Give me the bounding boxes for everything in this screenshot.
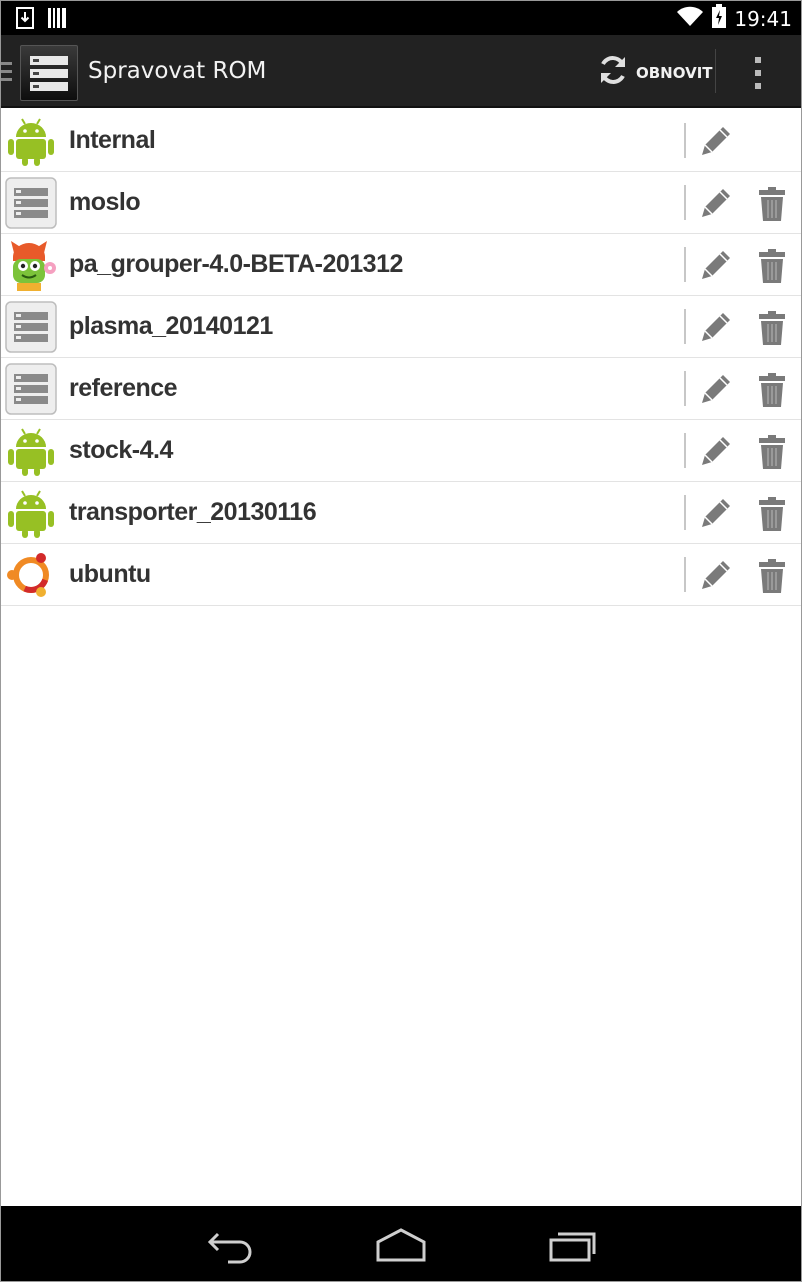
edit-icon[interactable] (697, 308, 735, 346)
wifi-icon (676, 5, 704, 32)
app-icon[interactable] (20, 45, 78, 101)
rom-name: plasma_20140121 (69, 312, 273, 340)
row-divider (684, 371, 686, 406)
list-item[interactable]: moslo (0, 172, 802, 234)
navigation-bar (0, 1206, 802, 1282)
refresh-icon (596, 53, 630, 92)
edit-icon[interactable] (697, 556, 735, 594)
clock: 19:41 (734, 6, 792, 31)
delete-icon[interactable] (757, 248, 787, 284)
edit-icon[interactable] (697, 184, 735, 222)
status-bar: 19:41 (0, 0, 802, 35)
android-icon (5, 115, 57, 167)
rom-name: pa_grouper-4.0-BETA-201312 (69, 250, 403, 278)
delete-icon[interactable] (757, 310, 787, 346)
row-divider (684, 185, 686, 220)
rom-name: reference (69, 374, 178, 402)
overflow-menu-icon (746, 57, 770, 97)
list-item[interactable]: pa_grouper-4.0-BETA-201312 (0, 234, 802, 296)
delete-icon[interactable] (757, 496, 787, 532)
rom-name: transporter_20130116 (69, 498, 317, 526)
row-divider (684, 557, 686, 592)
home-icon[interactable] (375, 1224, 427, 1269)
edit-icon[interactable] (697, 432, 735, 470)
ubuntu-icon (5, 549, 57, 601)
rom-name: ubuntu (69, 560, 151, 588)
rom-name: Internal (69, 126, 156, 154)
delete-icon[interactable] (757, 434, 787, 470)
edit-icon[interactable] (697, 122, 735, 160)
row-divider (684, 433, 686, 468)
row-divider (684, 309, 686, 344)
action-bar: Spravovat ROM OBNOVIT (0, 35, 802, 108)
list-item[interactable]: Internal (0, 110, 802, 172)
list-item[interactable]: stock-4.4 (0, 420, 802, 482)
rom-list: Internal moslo pa_grouper-4.0-BETA-20131… (0, 110, 802, 606)
delete-icon[interactable] (757, 372, 787, 408)
edit-icon[interactable] (697, 494, 735, 532)
list-item[interactable]: plasma_20140121 (0, 296, 802, 358)
android-icon (5, 487, 57, 539)
page-title: Spravovat ROM (88, 58, 267, 84)
refresh-label: OBNOVIT (636, 63, 713, 82)
action-divider (715, 49, 716, 93)
delete-icon[interactable] (757, 558, 787, 594)
list-item[interactable]: reference (0, 358, 802, 420)
rom-storage-icon (5, 301, 57, 353)
row-divider (684, 495, 686, 530)
row-divider (684, 247, 686, 282)
recents-icon[interactable] (548, 1224, 598, 1269)
barcode-notification-icon (48, 7, 66, 34)
list-item[interactable]: ubuntu (0, 544, 802, 606)
row-divider (684, 123, 686, 158)
rom-storage-icon (5, 363, 57, 415)
rom-name: stock-4.4 (69, 436, 173, 464)
rom-name: moslo (69, 188, 141, 216)
drawer-indicator-icon[interactable] (0, 60, 14, 89)
rom-storage-icon (5, 177, 57, 229)
back-icon[interactable] (206, 1224, 256, 1269)
overflow-menu-button[interactable] (746, 53, 770, 93)
delete-icon[interactable] (757, 186, 787, 222)
battery-charging-icon (712, 4, 727, 33)
refresh-button[interactable]: OBNOVIT (596, 53, 713, 92)
edit-icon[interactable] (697, 246, 735, 284)
paranoid-android-icon (5, 239, 57, 291)
download-notification-icon (16, 7, 34, 34)
edit-icon[interactable] (697, 370, 735, 408)
android-icon (5, 425, 57, 477)
list-item[interactable]: transporter_20130116 (0, 482, 802, 544)
